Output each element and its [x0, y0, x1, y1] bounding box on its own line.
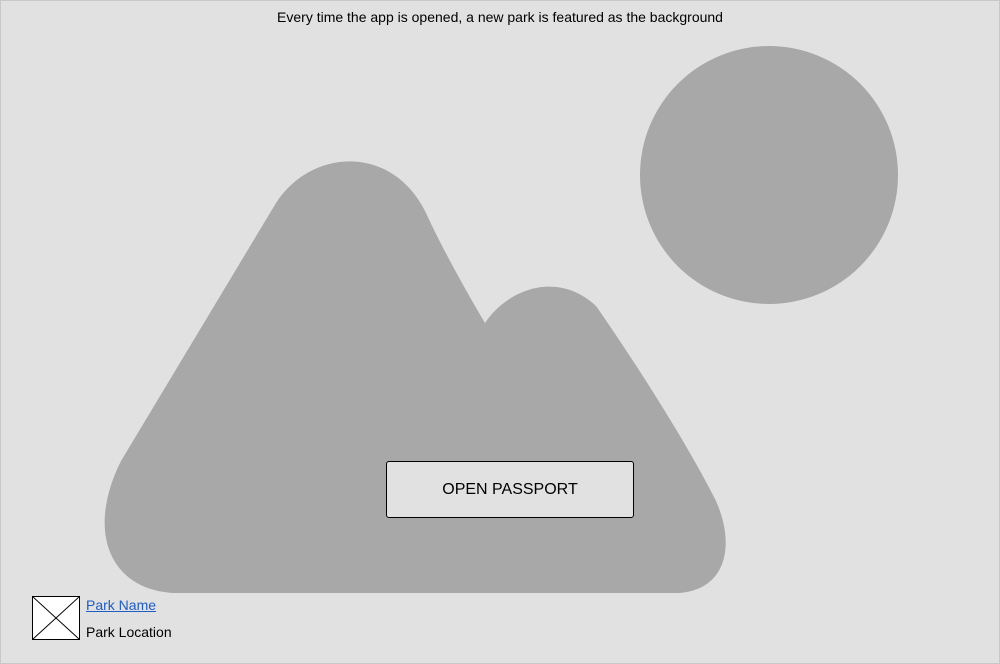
landscape-image-placeholder-icon — [104, 46, 898, 593]
mountain-shape — [104, 161, 726, 593]
park-location: Park Location — [86, 624, 172, 640]
sun-shape — [640, 46, 898, 304]
image-placeholder-icon — [33, 597, 79, 639]
park-name-link[interactable]: Park Name — [86, 597, 156, 613]
park-thumbnail — [32, 596, 80, 640]
app-screen: Every time the app is opened, a new park… — [0, 0, 1000, 664]
open-passport-button[interactable]: OPEN PASSPORT — [386, 461, 634, 518]
